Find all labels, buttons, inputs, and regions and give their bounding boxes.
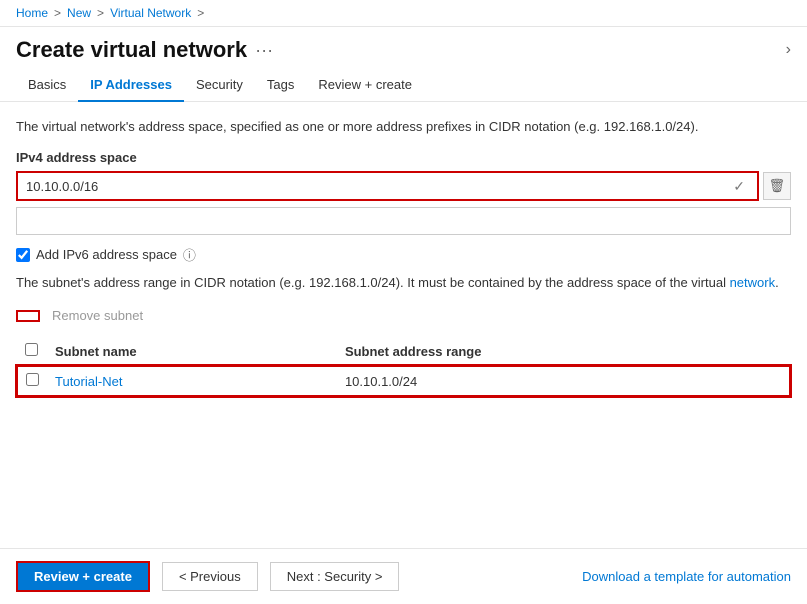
bottom-bar: Review + create < Previous Next : Securi… [0, 548, 807, 604]
remove-subnet-button[interactable]: Remove subnet [44, 304, 151, 327]
table-header-subnet-name: Subnet name [47, 337, 337, 366]
breadcrumb-sep1: > [54, 6, 61, 20]
info-icon[interactable]: ⓘ [183, 245, 196, 264]
breadcrumb-new[interactable]: New [67, 6, 91, 20]
tab-review-create[interactable]: Review + create [306, 69, 424, 102]
breadcrumb-sep3: > [197, 6, 204, 20]
subnet-name-link[interactable]: Tutorial-Net [55, 374, 122, 389]
breadcrumb-home[interactable]: Home [16, 6, 48, 20]
ipv4-section-label: IPv4 address space [16, 150, 791, 165]
tab-basics[interactable]: Basics [16, 69, 78, 102]
table-header-select [17, 337, 47, 366]
row-checkbox-cell [17, 366, 47, 396]
address-check-icon: ✓ [729, 178, 749, 195]
tab-security[interactable]: Security [184, 69, 255, 102]
subnet-description: The subnet's address range in CIDR notat… [16, 274, 791, 292]
delete-address-button[interactable]: 🗑 [763, 172, 791, 200]
ipv4-address-input-box[interactable]: ✓ [16, 171, 759, 201]
subnet-address-range-cell: 10.10.1.0/24 [337, 366, 790, 396]
ipv4-address-input[interactable] [26, 179, 729, 194]
tabs-row: Basics IP Addresses Security Tags Review… [0, 69, 807, 102]
subnet-name-cell: Tutorial-Net [47, 366, 337, 396]
previous-button[interactable]: < Previous [162, 562, 258, 591]
add-subnet-button[interactable] [16, 310, 40, 322]
row-checkbox[interactable] [26, 373, 39, 386]
subnet-actions: Remove subnet [16, 304, 791, 327]
breadcrumb: Home > New > Virtual Network > [0, 0, 807, 27]
tab-tags[interactable]: Tags [255, 69, 306, 102]
breadcrumb-sep2: > [97, 6, 104, 20]
table-row: Tutorial-Net 10.10.1.0/24 [17, 366, 790, 396]
expand-icon[interactable]: › [786, 41, 791, 59]
table-header-address-range: Subnet address range [337, 337, 790, 366]
breadcrumb-virtual-network[interactable]: Virtual Network [110, 6, 191, 20]
page-title: Create virtual network [16, 37, 247, 63]
content-area: The virtual network's address space, spe… [0, 102, 807, 532]
subnet-table: Subnet name Subnet address range Tutoria… [16, 337, 791, 397]
tab-ip-addresses[interactable]: IP Addresses [78, 69, 184, 102]
trash-icon: 🗑 [769, 178, 786, 194]
network-link[interactable]: network [730, 275, 776, 290]
ipv6-checkbox-row: Add IPv6 address space ⓘ [16, 245, 791, 264]
title-options-button[interactable]: ··· [255, 40, 273, 61]
address-input-row: ✓ 🗑 [16, 171, 791, 201]
select-all-checkbox[interactable] [25, 343, 38, 356]
address-input-empty[interactable] [16, 207, 791, 235]
ipv6-checkbox[interactable] [16, 248, 30, 262]
ipv6-checkbox-label: Add IPv6 address space [36, 247, 177, 262]
download-template-link[interactable]: Download a template for automation [582, 569, 791, 584]
description-text: The virtual network's address space, spe… [16, 118, 791, 136]
page-container: Home > New > Virtual Network > Create vi… [0, 0, 807, 604]
page-title-row: Create virtual network ··· › [0, 27, 807, 69]
review-create-button[interactable]: Review + create [16, 561, 150, 592]
next-security-button[interactable]: Next : Security > [270, 562, 400, 591]
